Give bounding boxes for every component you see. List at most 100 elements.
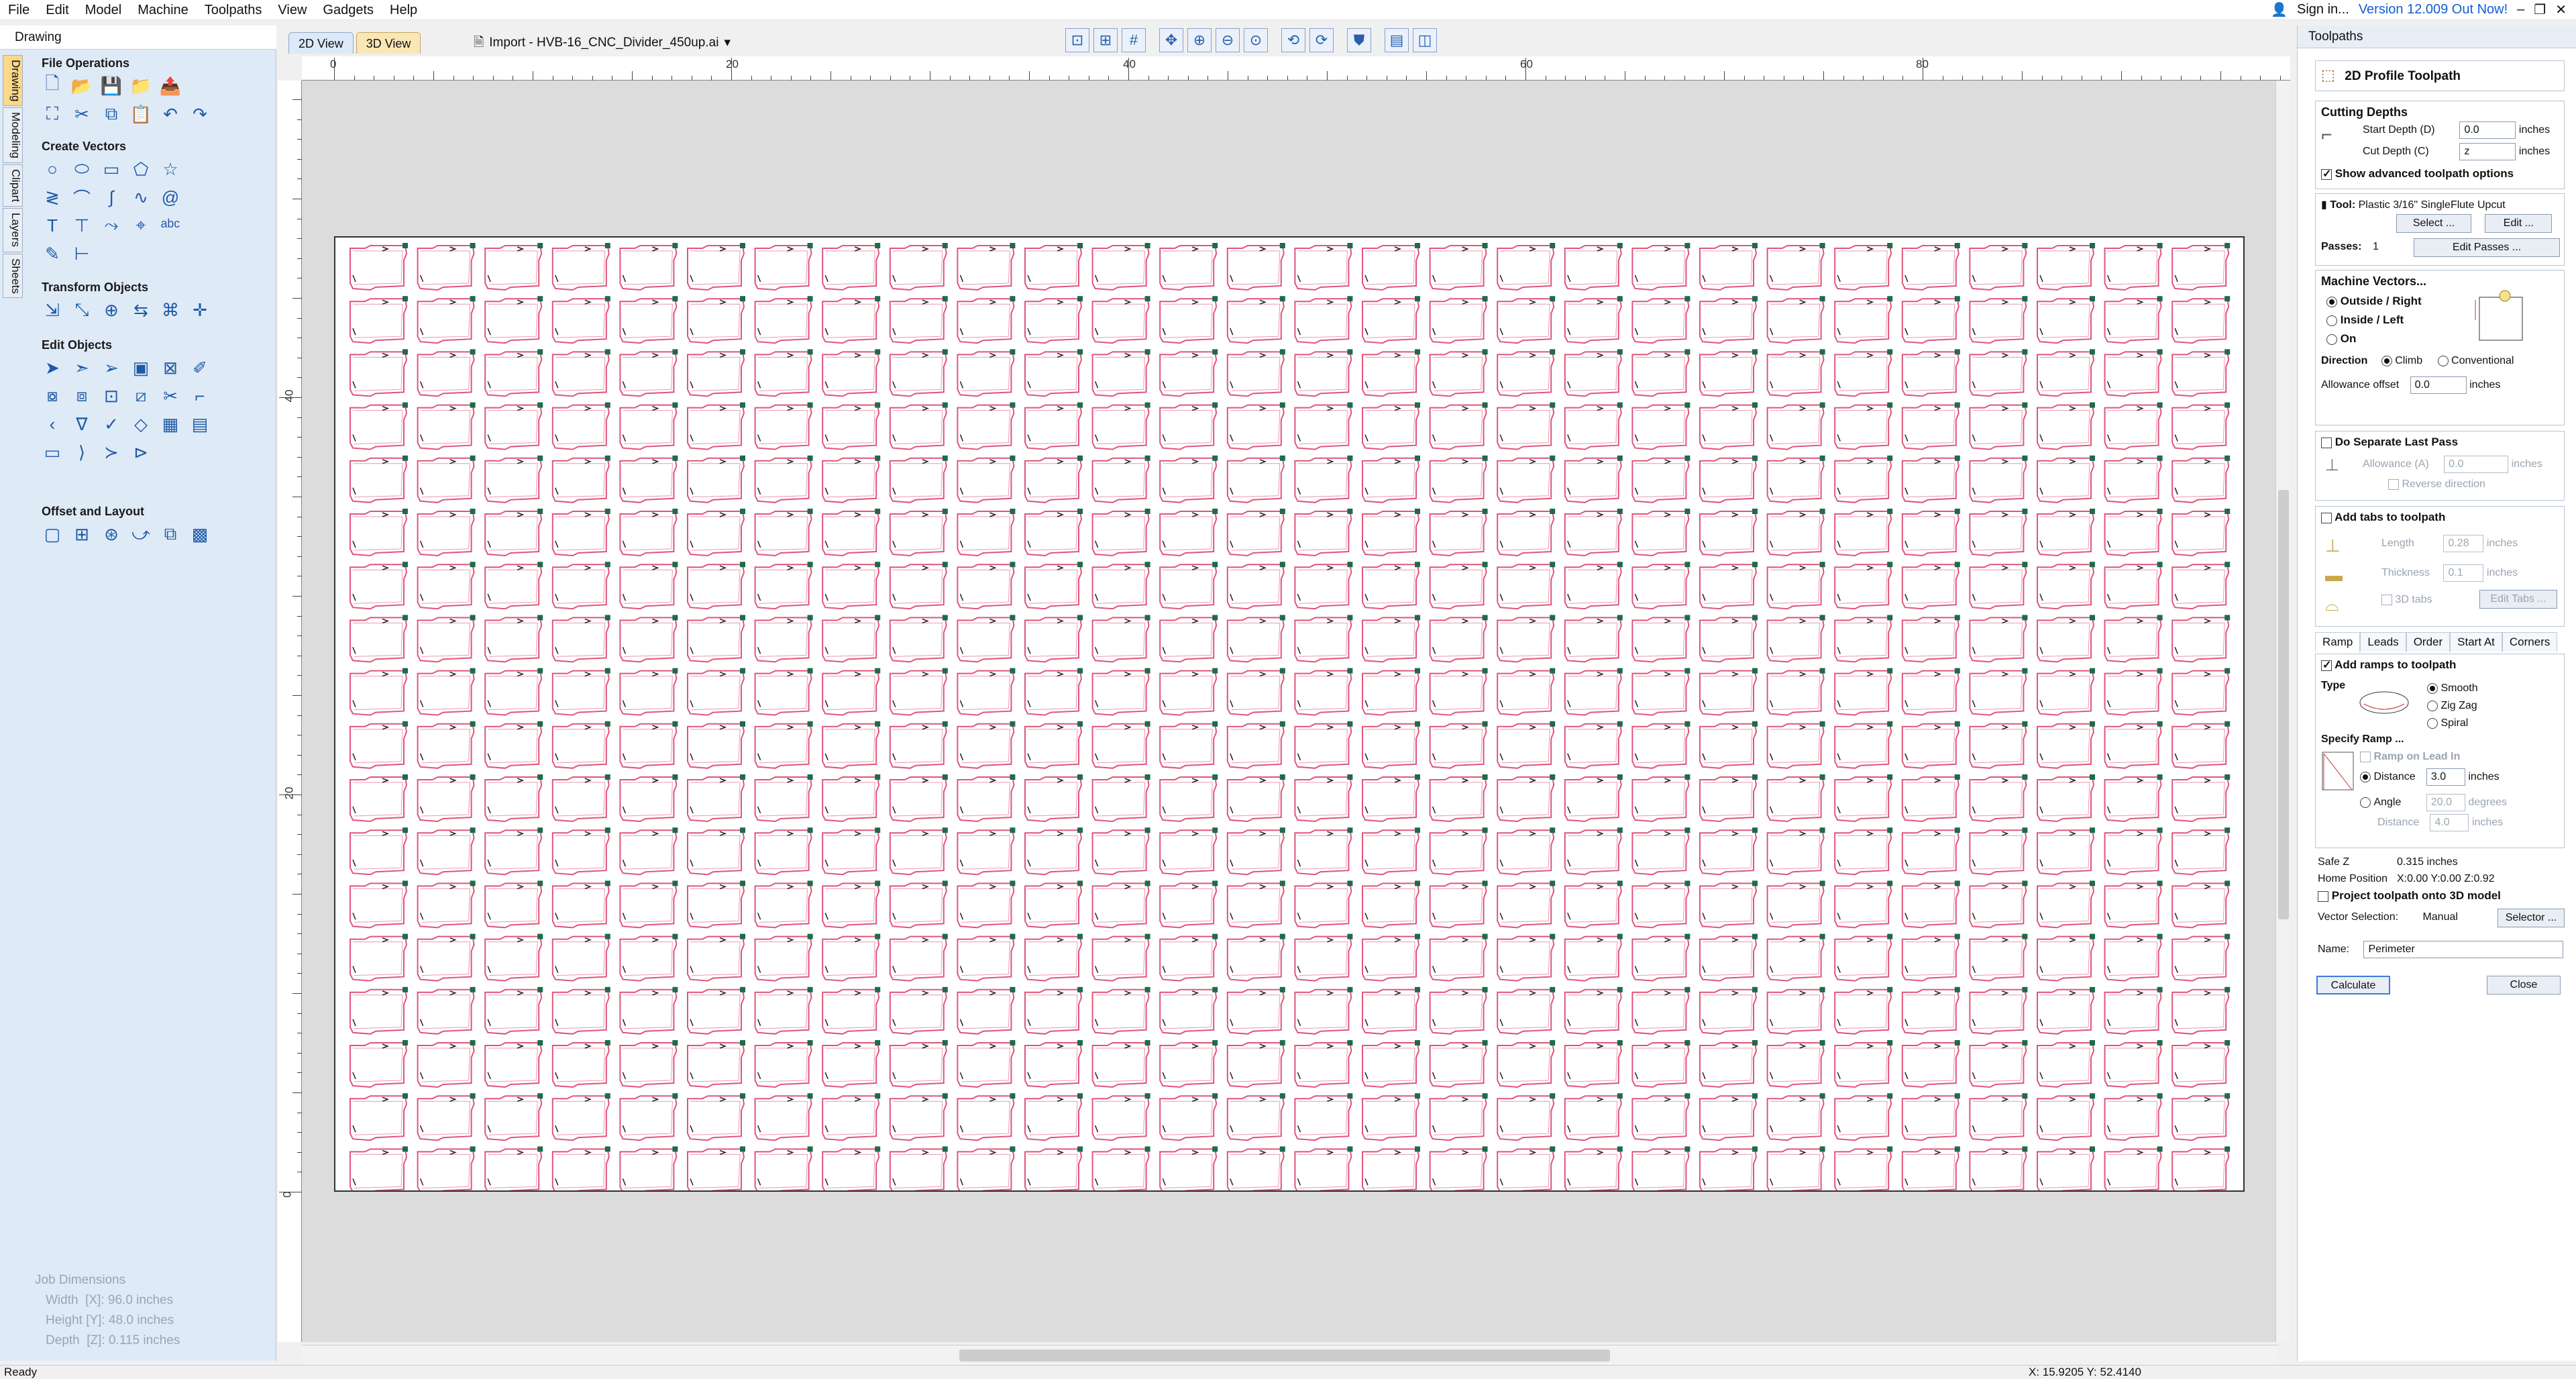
part-vector[interactable] <box>350 349 408 397</box>
part-vector[interactable] <box>1024 615 1083 663</box>
part-vector[interactable] <box>1024 933 1083 982</box>
part-vector[interactable] <box>889 243 948 291</box>
part-vector[interactable] <box>1631 562 1690 610</box>
bitmap-icon[interactable]: ▤ <box>188 412 212 436</box>
part-vector[interactable] <box>1969 615 2028 663</box>
part-vector[interactable] <box>1294 668 1353 716</box>
part-vector[interactable] <box>1969 455 2028 503</box>
part-vector[interactable] <box>1564 1146 1623 1194</box>
part-vector[interactable] <box>619 1040 678 1088</box>
part-vector[interactable] <box>1564 402 1623 450</box>
part-vector[interactable] <box>417 933 476 982</box>
part-vector[interactable] <box>822 668 881 716</box>
part-vector[interactable] <box>1497 774 1556 823</box>
part-vector[interactable] <box>1497 562 1556 610</box>
part-vector[interactable] <box>687 402 745 450</box>
part-vector[interactable] <box>1699 668 1758 716</box>
part-vector[interactable] <box>551 933 610 982</box>
part-vector[interactable] <box>1497 880 1556 929</box>
new-file-icon[interactable]: 🗋 <box>40 73 64 98</box>
v-bit-icon[interactable]: ∇ <box>70 412 94 436</box>
part-vector[interactable] <box>1362 243 1420 291</box>
part-vector[interactable] <box>1969 774 2028 823</box>
part-vector[interactable] <box>1294 243 1353 291</box>
part-vector[interactable] <box>687 349 745 397</box>
part-vector[interactable] <box>1834 721 1893 769</box>
arc-icon[interactable]: ⌒ <box>70 185 94 209</box>
select-icon[interactable]: ➤ <box>40 356 64 380</box>
part-vector[interactable] <box>1497 455 1556 503</box>
offset-icon[interactable]: ▢ <box>40 522 64 546</box>
part-vector[interactable] <box>889 349 948 397</box>
part-vector[interactable] <box>1362 1146 1420 1194</box>
part-vector[interactable] <box>822 455 881 503</box>
part-vector[interactable] <box>551 774 610 823</box>
part-vector[interactable] <box>822 509 881 557</box>
part-vector[interactable] <box>619 1146 678 1194</box>
part-vector[interactable] <box>957 402 1016 450</box>
part-vector[interactable] <box>1362 827 1420 876</box>
part-vector[interactable] <box>1024 509 1083 557</box>
part-vector[interactable] <box>417 455 476 503</box>
tab-3d-view[interactable]: 3D View <box>356 32 421 54</box>
spiral-icon[interactable]: @ <box>158 185 182 209</box>
part-vector[interactable] <box>350 668 408 716</box>
part-vector[interactable] <box>1159 349 1218 397</box>
part-vector[interactable] <box>687 721 745 769</box>
reverse-direction-checkbox[interactable] <box>2388 478 2399 490</box>
part-vector[interactable] <box>2037 296 2095 344</box>
part-vector[interactable] <box>2171 933 2231 982</box>
part-vector[interactable] <box>1091 1040 1150 1088</box>
part-vector[interactable] <box>1834 402 1893 450</box>
last-pass-allowance-input[interactable]: 0.0 <box>2444 456 2509 473</box>
part-vector[interactable] <box>350 1146 408 1194</box>
part-vector[interactable] <box>1091 933 1150 982</box>
transform-select-icon[interactable]: ➢ <box>99 356 123 380</box>
part-vector[interactable] <box>350 615 408 663</box>
import-bitmap-icon[interactable]: 📤 <box>158 74 182 98</box>
part-vector[interactable] <box>957 721 1016 769</box>
part-vector[interactable] <box>2037 402 2095 450</box>
draw-tool-icon[interactable]: ✎ <box>40 242 64 266</box>
part-vector[interactable] <box>484 615 543 663</box>
text-icon[interactable]: T <box>40 213 64 238</box>
tab-clipart[interactable]: Clipart <box>3 164 23 207</box>
part-vector[interactable] <box>1834 880 1893 929</box>
part-vector[interactable] <box>889 986 948 1035</box>
save-icon[interactable]: 💾 <box>99 74 123 98</box>
part-vector[interactable] <box>2171 668 2231 716</box>
part-vector[interactable] <box>2104 455 2163 503</box>
part-vector[interactable] <box>957 243 1016 291</box>
part-vector[interactable] <box>1429 827 1488 876</box>
part-vector[interactable] <box>1631 1040 1690 1088</box>
weld-icon[interactable]: ⧇ <box>40 384 64 408</box>
part-vector[interactable] <box>2171 1093 2231 1141</box>
part-vector[interactable] <box>484 296 543 344</box>
part-vector[interactable] <box>417 243 476 291</box>
part-vector[interactable] <box>822 1093 881 1141</box>
part-vector[interactable] <box>484 774 543 823</box>
part-vector[interactable] <box>1834 1040 1893 1088</box>
inside-left-radio[interactable] <box>2326 315 2337 326</box>
part-vector[interactable] <box>1091 668 1150 716</box>
ellipse-icon[interactable]: ⬭ <box>70 157 94 181</box>
part-vector[interactable] <box>1497 933 1556 982</box>
part-vector[interactable] <box>1294 933 1353 982</box>
ramp-angle-radio[interactable] <box>2360 797 2371 808</box>
part-vector[interactable] <box>2104 296 2163 344</box>
part-vector[interactable] <box>350 296 408 344</box>
part-vector[interactable] <box>1834 986 1893 1035</box>
part-vector[interactable] <box>1362 1093 1420 1141</box>
part-vector[interactable] <box>484 1146 543 1194</box>
menu-toolpaths[interactable]: Toolpaths <box>197 0 270 20</box>
part-vector[interactable] <box>1834 668 1893 716</box>
part-vector[interactable] <box>1294 349 1353 397</box>
part-vector[interactable] <box>1564 296 1623 344</box>
close-button[interactable]: Close <box>2487 976 2561 994</box>
outside-right-radio[interactable] <box>2326 296 2337 307</box>
menu-machine[interactable]: Machine <box>129 0 197 20</box>
zoom-fit-icon[interactable]: ⊙ <box>1244 28 1268 52</box>
part-vector[interactable] <box>1564 1040 1623 1088</box>
part-vector[interactable] <box>2171 1040 2231 1088</box>
part-vector[interactable] <box>350 827 408 876</box>
